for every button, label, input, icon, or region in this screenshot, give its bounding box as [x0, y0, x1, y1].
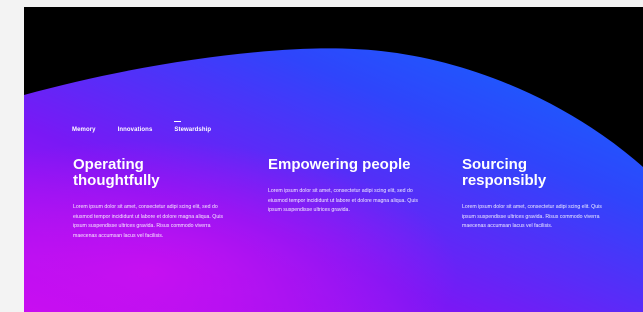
hero-section: Memory Innovations Stewardship Operating…	[24, 7, 643, 312]
column-body: Lorem ipsum dolor sit amet, consectetur …	[462, 204, 602, 230]
column-sourcing: Sourcing responsibly Lorem ipsum dolor s…	[462, 157, 617, 232]
nav-item-innovations[interactable]: Innovations	[118, 127, 153, 133]
column-body: Lorem ipsum dolor sit amet, consectetur …	[268, 188, 418, 214]
nav-item-memory[interactable]: Memory	[72, 127, 96, 133]
column-body: Lorem ipsum dolor sit amet, consectetur …	[73, 204, 223, 239]
section-nav: Memory Innovations Stewardship	[72, 121, 211, 133]
column-operating: Operating thoughtfully Lorem ipsum dolor…	[73, 157, 235, 241]
column-title: Sourcing responsibly	[462, 156, 547, 189]
nav-item-stewardship[interactable]: Stewardship	[174, 121, 211, 133]
column-title: Empowering people	[268, 156, 411, 173]
column-title: Operating thoughtfully	[73, 156, 160, 189]
column-empowering: Empowering people Lorem ipsum dolor sit …	[268, 157, 430, 216]
